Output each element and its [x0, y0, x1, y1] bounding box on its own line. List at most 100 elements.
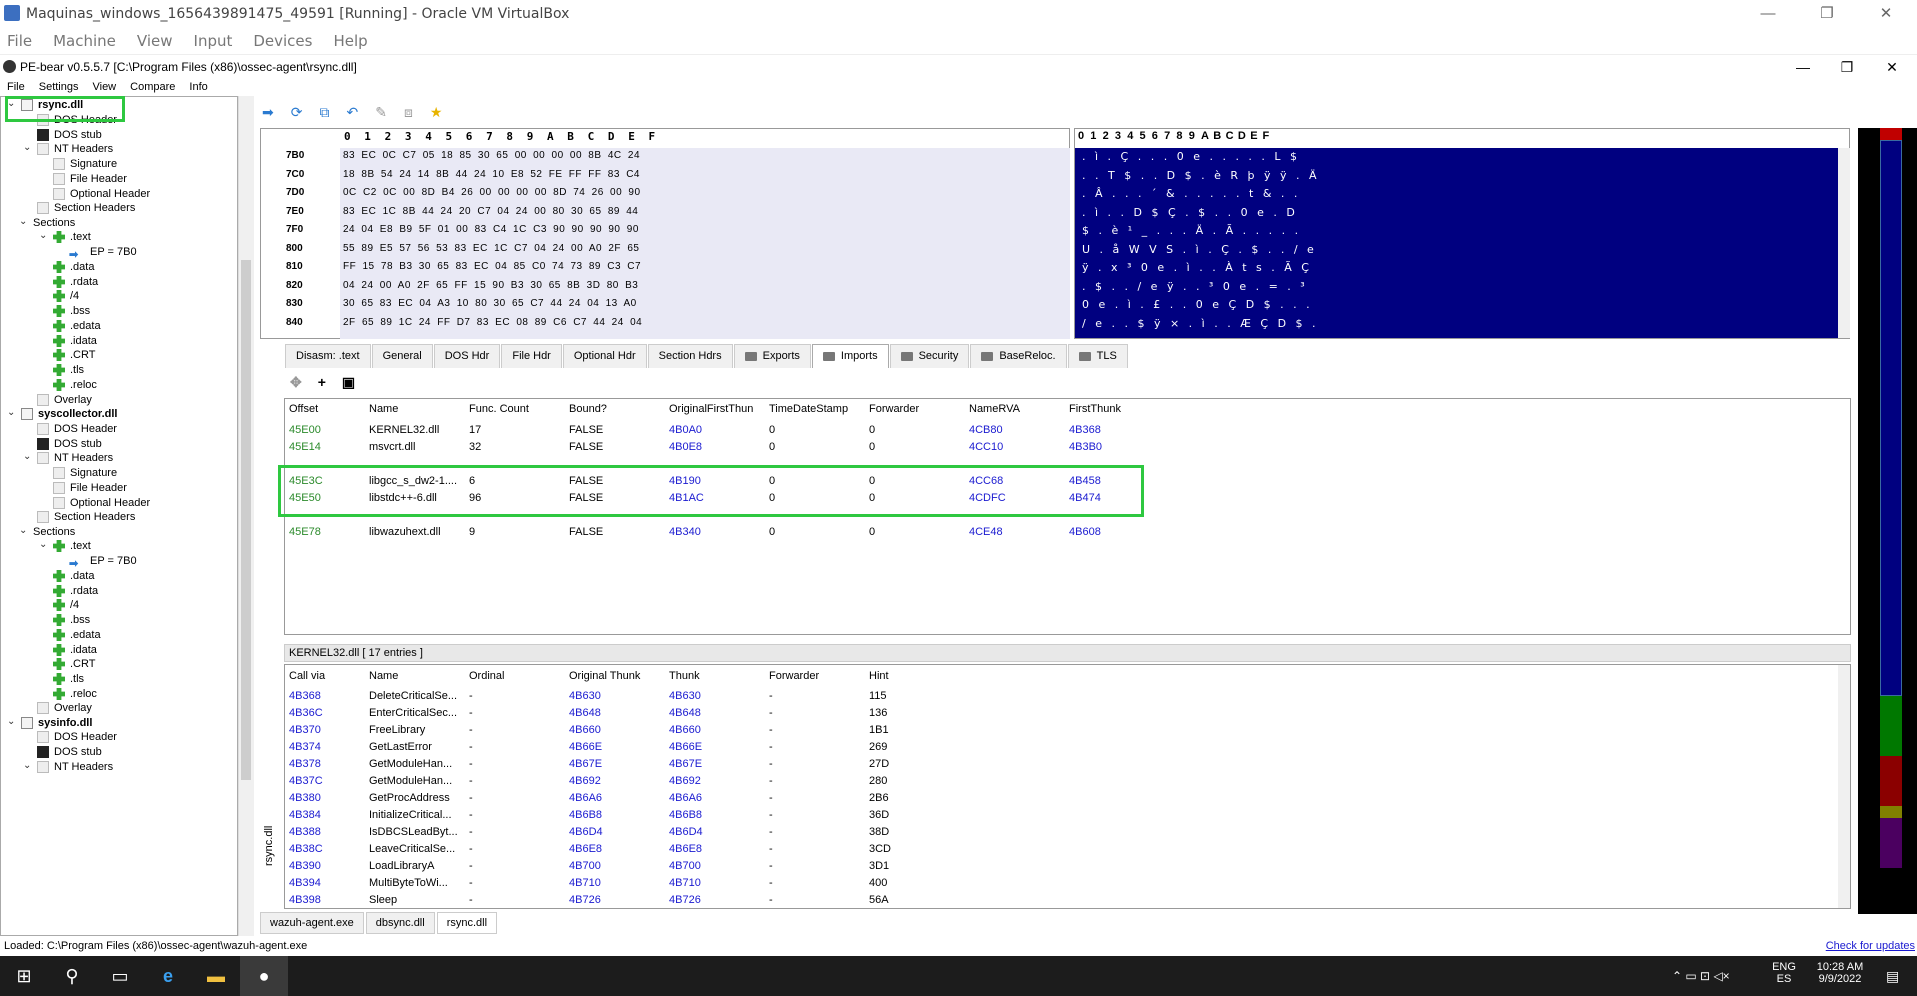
thunk-cell[interactable]: 4B370	[289, 724, 321, 736]
file-tab-dbsync[interactable]: dbsync.dll	[365, 912, 435, 934]
pebear-menu-settings[interactable]: Settings	[39, 81, 79, 93]
thunk-cell[interactable]: IsDBCSLeadByt...	[369, 826, 458, 838]
tab-basereloc-[interactable]: BaseReloc.	[970, 344, 1067, 368]
hex-scrollbar[interactable]	[1838, 148, 1850, 338]
dump-icon[interactable]: ⧈	[404, 104, 413, 121]
thunk-cell[interactable]: 4B726	[569, 894, 601, 906]
imports-cell[interactable]: 0	[769, 441, 775, 453]
thunk-cell[interactable]: 4B378	[289, 758, 321, 770]
imports-cell[interactable]: 0	[769, 526, 775, 538]
thunk-cell[interactable]: EnterCriticalSec...	[369, 707, 457, 719]
thunk-cell[interactable]: -	[469, 792, 473, 804]
tree-expand-chevron-icon[interactable]: ⌄	[23, 760, 31, 771]
check-for-updates-link[interactable]: Check for updates	[1826, 936, 1915, 956]
language-indicator[interactable]: ENG ES	[1772, 961, 1796, 985]
ascii-row[interactable]: . $ . . / e ÿ . . ³ 0 e . = . ³	[1082, 280, 1308, 293]
save-icon[interactable]: ⟳	[291, 104, 303, 121]
thunk-cell[interactable]: -	[469, 758, 473, 770]
thunk-cell[interactable]: 27D	[869, 758, 889, 770]
imports-cell[interactable]: 4B0A0	[669, 424, 702, 436]
ascii-row[interactable]: U . å W V S . ì . Ç . $ . . / e	[1082, 243, 1317, 256]
thunk-cell[interactable]: GetProcAddress	[369, 792, 450, 804]
thunk-cell[interactable]: 4B380	[289, 792, 321, 804]
pebear-menu-compare[interactable]: Compare	[130, 81, 175, 93]
imports-cell[interactable]: libwazuhext.dll	[369, 526, 441, 538]
imports-cell[interactable]: 45E78	[289, 526, 321, 538]
imports-cell[interactable]: 0	[869, 424, 875, 436]
thunk-cell[interactable]: -	[469, 809, 473, 821]
thunk-cell[interactable]: 4B38C	[289, 843, 323, 855]
thunk-cell[interactable]: 4B368	[289, 690, 321, 702]
thunk-cell[interactable]: 115	[869, 690, 887, 702]
imports-cell[interactable]: msvcrt.dll	[369, 441, 415, 453]
copy-icon[interactable]: ⧉	[319, 104, 329, 121]
imports-col-header[interactable]: NameRVA	[969, 403, 1020, 415]
thunk-cell[interactable]: 4B630	[569, 690, 601, 702]
imports-cell[interactable]: FALSE	[569, 526, 603, 538]
thunk-cell[interactable]: -	[469, 860, 473, 872]
imports-cell[interactable]: 45E14	[289, 441, 321, 453]
imports-col-header[interactable]: OriginalFirstThun	[669, 403, 753, 415]
thunk-cell[interactable]: 4B6E8	[669, 843, 702, 855]
edit-icon[interactable]: ✎	[375, 104, 387, 121]
thunk-col-header[interactable]: Name	[369, 670, 398, 682]
thunk-cell[interactable]: 4B37C	[289, 775, 323, 787]
thunk-cell[interactable]: InitializeCritical...	[369, 809, 452, 821]
thunk-cell[interactable]: GetModuleHan...	[369, 775, 452, 787]
tab-optional-hdr[interactable]: Optional Hdr	[562, 344, 647, 368]
tree-expand-chevron-icon[interactable]: ⌄	[19, 216, 27, 227]
thunk-cell[interactable]: 56A	[869, 894, 889, 906]
tree-scroll-thumb[interactable]	[241, 260, 251, 780]
tray-icons[interactable]: ⌃ ▭ ⊡ ◁×	[1672, 969, 1730, 983]
thunk-cell[interactable]: -	[469, 724, 473, 736]
thunk-col-header[interactable]: Original Thunk	[569, 670, 640, 682]
thunk-cell[interactable]: 4B6A6	[569, 792, 602, 804]
tab-tls[interactable]: TLS	[1067, 344, 1128, 368]
thunk-cell[interactable]: 4B648	[569, 707, 601, 719]
thunk-cell[interactable]: -	[469, 877, 473, 889]
thunk-cell[interactable]: 2B6	[869, 792, 889, 804]
go-to-icon[interactable]: ➡	[262, 104, 274, 121]
imports-col-header[interactable]: Bound?	[569, 403, 607, 415]
thunk-cell[interactable]: 4B66E	[669, 741, 702, 753]
hex-bytes-row[interactable]: 2F 65 89 1C 24 FF D7 83 EC 08 89 C6 C7 4…	[343, 317, 642, 328]
thunk-cell[interactable]: MultiByteToWi...	[369, 877, 448, 889]
thunk-cell[interactable]: -	[769, 809, 773, 821]
thunk-cell[interactable]: 4B700	[669, 860, 701, 872]
thunk-cell[interactable]: 4B388	[289, 826, 321, 838]
thunk-cell[interactable]: FreeLibrary	[369, 724, 425, 736]
undo-icon[interactable]: ↶	[346, 104, 358, 121]
pebear-close-button[interactable]: ✕	[1869, 55, 1915, 79]
ascii-row[interactable]: . . T $ . . D $ . è R þ ÿ ÿ . Ä	[1082, 169, 1320, 182]
tab-general[interactable]: General	[371, 344, 433, 368]
thunk-cell[interactable]: 4B700	[569, 860, 601, 872]
internet-explorer-icon[interactable]: e	[144, 956, 192, 996]
thunk-cell[interactable]: -	[769, 792, 773, 804]
thunk-cell[interactable]: -	[769, 707, 773, 719]
thunk-cell[interactable]: -	[469, 775, 473, 787]
thunk-cell[interactable]: -	[469, 741, 473, 753]
tab-exports[interactable]: Exports	[733, 344, 811, 368]
file-tab-rsync[interactable]: rsync.dll	[436, 912, 498, 934]
maximize-button[interactable]: ❐	[1804, 0, 1850, 28]
imports-col-header[interactable]: Offset	[289, 403, 318, 415]
thunk-cell[interactable]: 4B384	[289, 809, 321, 821]
thunk-cell[interactable]: 400	[869, 877, 887, 889]
tab-file-hdr[interactable]: File Hdr	[501, 344, 562, 368]
thunk-cell[interactable]: -	[769, 877, 773, 889]
thunk-cell[interactable]: 4B67E	[669, 758, 702, 770]
vbox-menu-file[interactable]: File	[7, 32, 32, 50]
vbox-menu-help[interactable]: Help	[333, 32, 367, 50]
ascii-row[interactable]: . Â . . . ´ & . . . . . t & . .	[1082, 187, 1300, 200]
pebear-menu-view[interactable]: View	[92, 81, 116, 93]
imports-cell[interactable]: 45E00	[289, 424, 321, 436]
imports-cell[interactable]: 0	[769, 424, 775, 436]
thunk-cell[interactable]: 4B660	[569, 724, 601, 736]
thunk-cell[interactable]: GetModuleHan...	[369, 758, 452, 770]
thunk-cell[interactable]: -	[469, 843, 473, 855]
tree-expand-chevron-icon[interactable]: ⌄	[39, 539, 47, 550]
thunk-col-header[interactable]: Hint	[869, 670, 889, 682]
imports-cell[interactable]: 4B368	[1069, 424, 1101, 436]
thunk-scrollbar[interactable]	[1838, 665, 1850, 908]
thunk-cell[interactable]: DeleteCriticalSe...	[369, 690, 457, 702]
